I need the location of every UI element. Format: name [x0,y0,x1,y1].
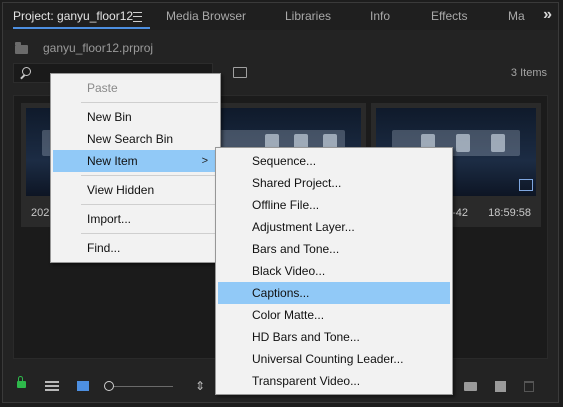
trash-icon[interactable] [524,381,534,392]
sort-icon[interactable]: ⇕ [195,379,205,393]
search-icon [22,67,31,76]
icon-view-icon[interactable] [77,381,89,391]
submenu-item-offline-file[interactable]: Offline File... [218,194,450,216]
submenu-item-bars-and-tone[interactable]: Bars and Tone... [218,238,450,260]
menu-item-view-hidden[interactable]: View Hidden [53,179,218,201]
new-item-icon[interactable] [495,381,506,392]
new-item-submenu: Sequence... Shared Project... Offline Fi… [215,147,453,395]
tab-markers[interactable]: Ma [508,3,525,30]
new-bin-icon[interactable] [464,382,477,391]
submenu-item-transparent-video[interactable]: Transparent Video... [218,370,450,392]
submenu-item-hd-bars-and-tone[interactable]: HD Bars and Tone... [218,326,450,348]
submenu-item-sequence[interactable]: Sequence... [218,150,450,172]
find-icon[interactable] [233,67,247,78]
menu-item-import[interactable]: Import... [53,208,218,230]
tab-project[interactable]: Project: ganyu_floor12 [13,3,133,30]
tab-overflow-icon[interactable]: » [543,6,552,24]
menu-item-new-search-bin[interactable]: New Search Bin [53,128,218,150]
zoom-slider[interactable] [109,386,173,387]
menu-item-new-bin[interactable]: New Bin [53,106,218,128]
menu-separator [81,175,218,176]
menu-item-paste[interactable]: Paste [53,77,218,99]
tab-effects[interactable]: Effects [431,3,467,30]
active-tab-indicator [13,27,150,29]
menu-separator [81,233,218,234]
submenu-item-black-video[interactable]: Black Video... [218,260,450,282]
submenu-item-adjustment-layer[interactable]: Adjustment Layer... [218,216,450,238]
tab-libraries[interactable]: Libraries [285,3,331,30]
submenu-item-shared-project[interactable]: Shared Project... [218,172,450,194]
sequence-badge-icon [519,179,533,191]
menu-item-new-item[interactable]: New Item > [53,150,218,172]
submenu-item-color-matte[interactable]: Color Matte... [218,304,450,326]
menu-separator [81,204,218,205]
items-count: 3 Items [510,67,547,79]
panel-tab-bar: Project: ganyu_floor12 Media Browser Lib… [3,3,558,30]
context-menu: Paste New Bin New Search Bin New Item > … [50,73,221,263]
submenu-arrow-icon: > [201,155,208,167]
folder-icon[interactable] [15,42,28,54]
submenu-item-universal-counting-leader[interactable]: Universal Counting Leader... [218,348,450,370]
lock-icon[interactable] [17,376,26,388]
menu-item-label: New Item [87,154,138,168]
tab-media-browser[interactable]: Media Browser [166,3,246,30]
tab-info[interactable]: Info [370,3,390,30]
list-view-icon[interactable] [45,381,59,391]
menu-item-find[interactable]: Find... [53,237,218,259]
clip-duration: 18:59:58 [488,207,531,219]
menu-separator [81,102,218,103]
project-filename: ganyu_floor12.prproj [43,41,154,55]
submenu-item-captions[interactable]: Captions... [218,282,450,304]
zoom-slider-handle[interactable] [104,381,114,391]
panel-menu-icon[interactable] [133,12,142,22]
